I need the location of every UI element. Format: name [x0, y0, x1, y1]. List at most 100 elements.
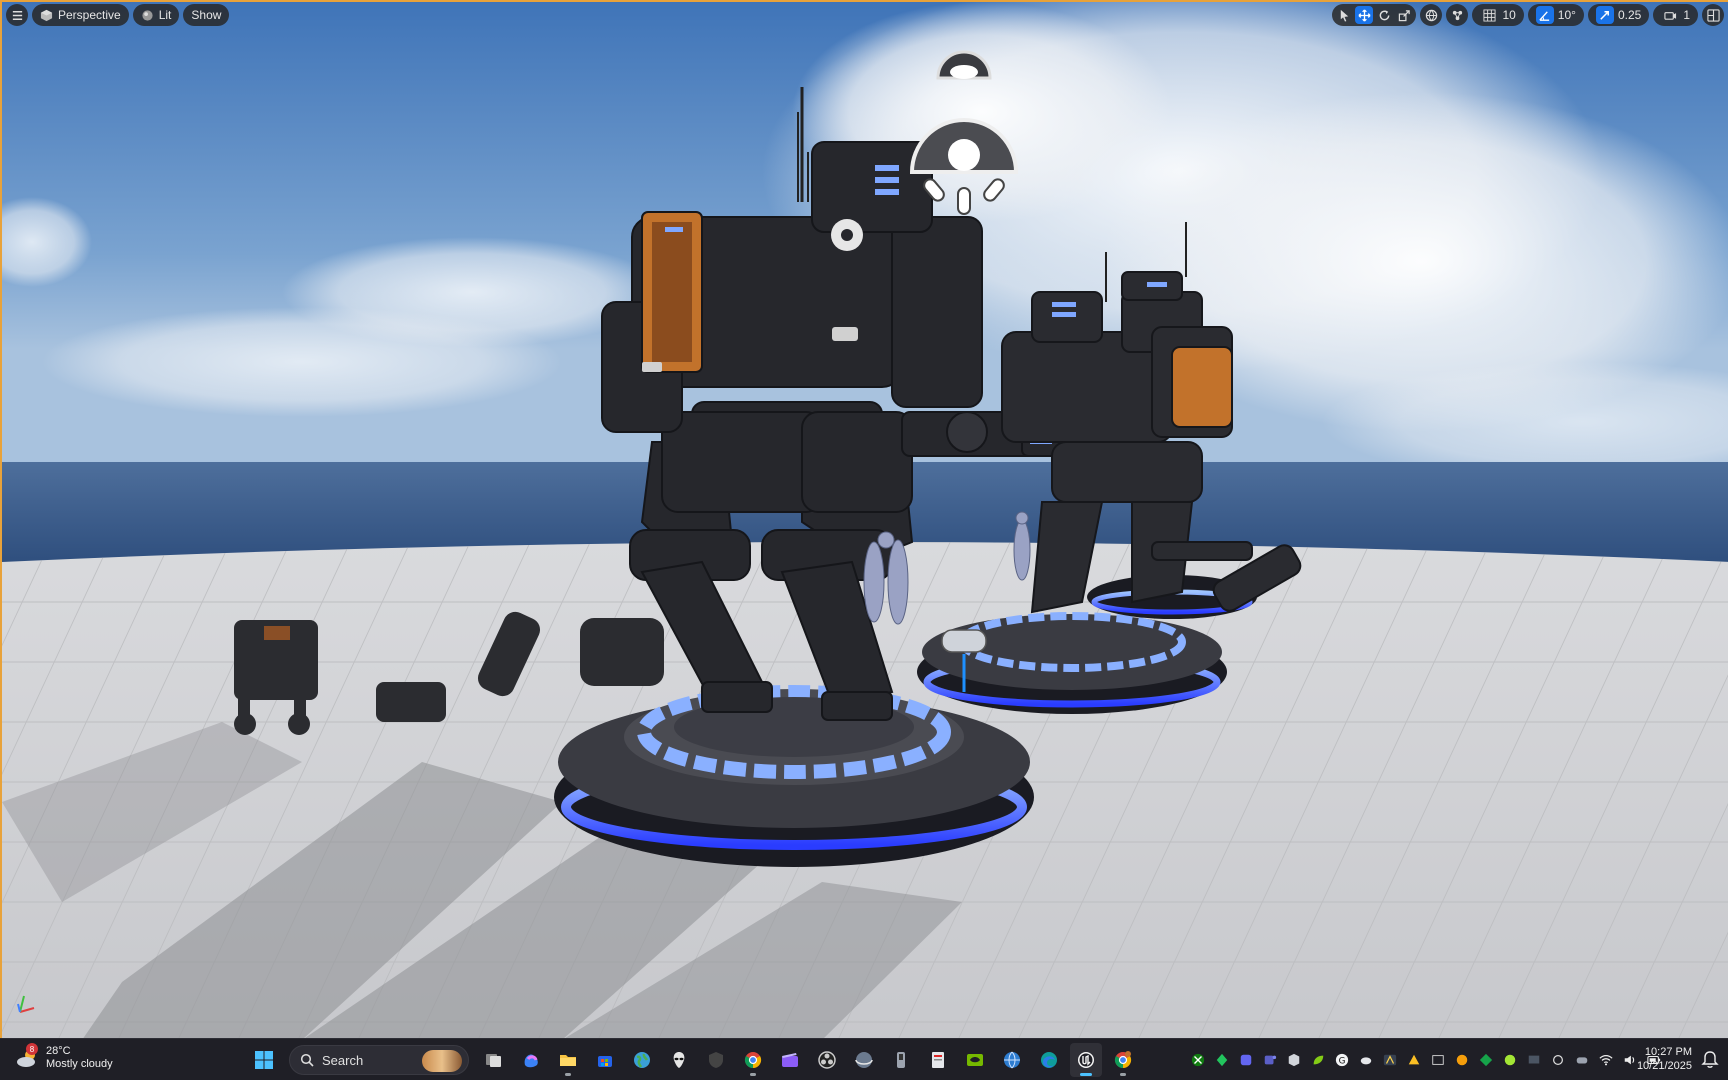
edge-app[interactable]: [1033, 1043, 1065, 1077]
view-mode-label: Perspective: [58, 8, 121, 22]
show-button[interactable]: Show: [183, 4, 230, 26]
clock-date: 10/21/2025: [1636, 1060, 1692, 1072]
unreal-editor-app[interactable]: [1070, 1043, 1102, 1077]
shape-tray-icon[interactable]: [1404, 1050, 1424, 1070]
game-tray-icon[interactable]: [1572, 1050, 1592, 1070]
show-label: Show: [191, 8, 222, 22]
task-view-button[interactable]: [478, 1043, 510, 1077]
ime-tray-icon[interactable]: [1428, 1050, 1448, 1070]
weather-temperature: 28°C: [46, 1045, 71, 1057]
scale-snap-icon: [1595, 6, 1614, 24]
weather-badge: 8: [26, 1043, 38, 1055]
nvidia-tray-icon[interactable]: [1476, 1050, 1496, 1070]
grid-snap-icon: [1480, 6, 1498, 24]
translate-tool-button[interactable]: [1355, 6, 1374, 24]
bluetooth-app-tray-icon[interactable]: [1236, 1050, 1256, 1070]
copilot-icon: [524, 1054, 538, 1068]
viewport-layout-button[interactable]: [1702, 4, 1724, 26]
document-icon: [932, 1052, 944, 1068]
select-tool-button[interactable]: [1335, 6, 1353, 24]
camera-speed-control[interactable]: 1: [1653, 4, 1698, 26]
alien-app[interactable]: [663, 1043, 695, 1077]
main-pedestal: [554, 685, 1034, 867]
alien-icon: [673, 1052, 685, 1068]
sphere-app[interactable]: [848, 1043, 880, 1077]
store-app[interactable]: [589, 1043, 621, 1077]
shield-app[interactable]: [700, 1043, 732, 1077]
view-mode-button[interactable]: Perspective: [32, 4, 129, 26]
search-highlight-image: [422, 1050, 462, 1072]
notification-bell-icon[interactable]: [1700, 1050, 1720, 1070]
grid-snap-value: 10: [1502, 8, 1516, 22]
xbox-tray-icon[interactable]: [1188, 1050, 1208, 1070]
search-placeholder: Search: [322, 1052, 364, 1068]
chrome-profile-icon: [1114, 1051, 1132, 1069]
sphere-icon: [855, 1052, 873, 1068]
viewport-toolbar-right: 10 10° 0.25 1: [1332, 4, 1724, 26]
chrome-icon: [744, 1052, 762, 1069]
rotation-snap-control[interactable]: 10°: [1527, 4, 1584, 26]
windows-taskbar: 8 28°C Mostly cloudy Search G 10:27 PM 1…: [0, 1038, 1728, 1080]
green-tray-icon[interactable]: [1212, 1050, 1232, 1070]
document-app[interactable]: [922, 1043, 954, 1077]
transform-tools: [1332, 4, 1417, 26]
earth-icon: [634, 1052, 650, 1068]
surface-snapping-button[interactable]: [1446, 4, 1469, 26]
grid-snap-control[interactable]: 10: [1472, 4, 1524, 26]
scene-render[interactable]: [2, 2, 1728, 1038]
obs-app[interactable]: [811, 1043, 843, 1077]
system-tray: G: [1188, 1043, 1664, 1077]
taskbar-apps: Search: [248, 1043, 1139, 1077]
globe-app[interactable]: [996, 1043, 1028, 1077]
taskbar-clock[interactable]: 10:27 PM 10/21/2025: [1637, 1045, 1692, 1073]
font-tray-icon[interactable]: [1380, 1050, 1400, 1070]
clapper-app[interactable]: [774, 1043, 806, 1077]
chrome-app[interactable]: [737, 1043, 769, 1077]
svg-text:G: G: [1339, 1057, 1346, 1067]
teams-tray-icon[interactable]: [1260, 1050, 1280, 1070]
sync-tray-icon[interactable]: [1548, 1050, 1568, 1070]
scale-icon: [1398, 9, 1410, 21]
nvidia-app[interactable]: [959, 1043, 991, 1077]
search-icon: [300, 1053, 314, 1067]
clock-time: 10:27 PM: [1644, 1046, 1692, 1058]
coin-tray-icon[interactable]: [1452, 1050, 1472, 1070]
browser-globe-app[interactable]: [626, 1043, 658, 1077]
rotate-tool-button[interactable]: [1375, 6, 1393, 24]
tool-app[interactable]: [885, 1043, 917, 1077]
unreal-engine-icon: [1078, 1052, 1094, 1068]
display-tray-icon[interactable]: [1524, 1050, 1544, 1070]
scale-snap-control[interactable]: 0.25: [1587, 4, 1650, 26]
globe-icon: [1425, 9, 1438, 21]
grammarly-tray-icon[interactable]: G: [1332, 1050, 1352, 1070]
folder-icon: [560, 1055, 576, 1066]
hamburger-icon: [12, 10, 22, 20]
palette-tray-icon[interactable]: [1500, 1050, 1520, 1070]
file-explorer-app[interactable]: [552, 1043, 584, 1077]
cloud-tray-icon[interactable]: [1356, 1050, 1376, 1070]
task-view-icon: [486, 1054, 501, 1067]
rotate-icon: [1379, 9, 1390, 20]
wifi-icon[interactable]: [1596, 1050, 1616, 1070]
viewport-menu-button[interactable]: [6, 4, 28, 26]
clapperboard-icon: [782, 1053, 798, 1067]
cursor-icon: [1340, 9, 1349, 22]
taskbar-search[interactable]: Search: [289, 1045, 469, 1075]
copilot-app[interactable]: [515, 1043, 547, 1077]
scale-tool-button[interactable]: [1395, 6, 1413, 24]
leaf-tray-icon[interactable]: [1308, 1050, 1328, 1070]
lighting-mode-button[interactable]: Lit: [132, 4, 180, 26]
weather-widget[interactable]: 8 28°C Mostly cloudy: [14, 1043, 113, 1071]
coordinate-system-button[interactable]: [1420, 4, 1443, 26]
lighting-mode-label: Lit: [158, 8, 172, 22]
windows-logo-icon: [255, 1051, 273, 1069]
start-button[interactable]: [248, 1043, 280, 1077]
lit-sphere-icon: [142, 9, 153, 21]
level-viewport[interactable]: Perspective Lit Show 10 10° 0.25 1: [0, 0, 1728, 1038]
viewport-toolbar-left: Perspective Lit Show: [6, 4, 230, 26]
cube-icon: [40, 9, 53, 21]
box-tray-icon[interactable]: [1284, 1050, 1304, 1070]
chrome-profile-app[interactable]: [1107, 1043, 1139, 1077]
camera-speed-value: 1: [1683, 8, 1690, 22]
nvidia-icon: [967, 1054, 983, 1066]
